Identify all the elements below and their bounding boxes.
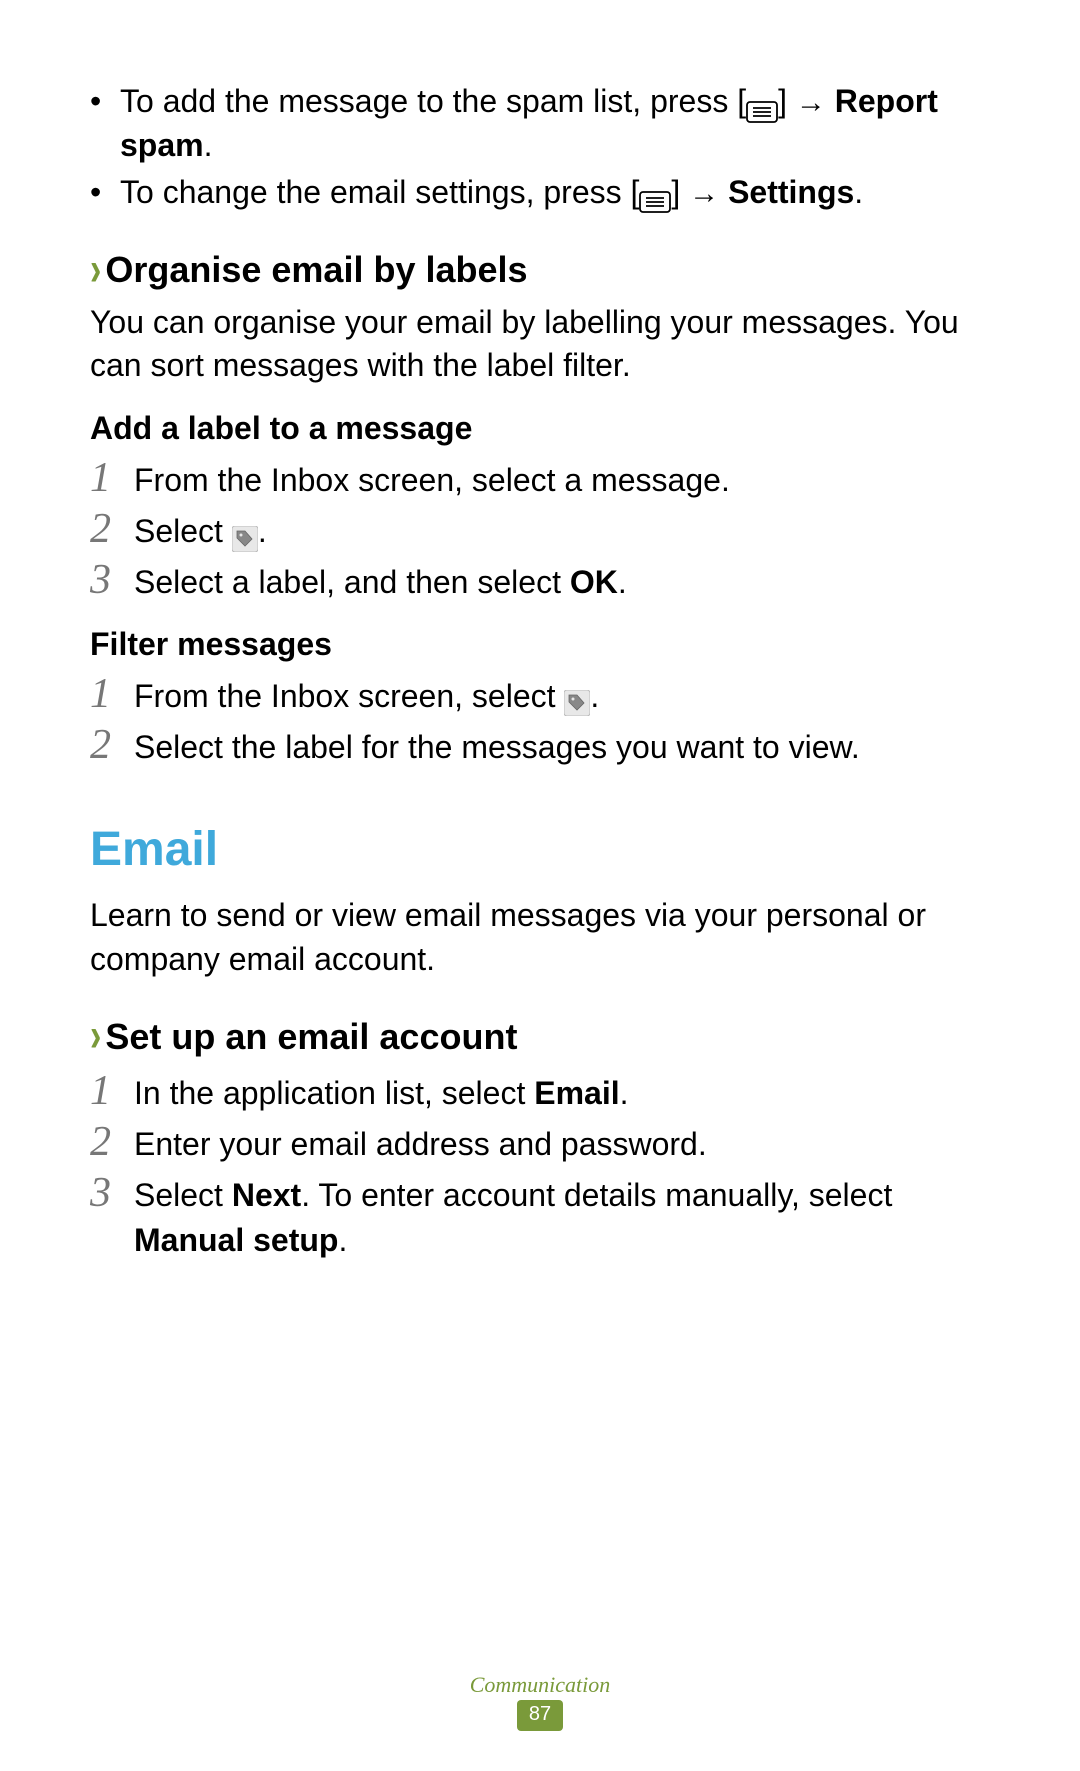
step-item: 2 Select the label for the messages you … xyxy=(90,721,990,770)
step-number: 2 xyxy=(90,506,134,552)
step-text: From the Inbox screen, select a message. xyxy=(134,454,990,503)
text: Select xyxy=(134,1177,232,1213)
bullet-settings: • To change the email settings, press []… xyxy=(90,171,990,215)
sub-heading-add-label: Add a label to a message xyxy=(90,407,990,450)
menu-icon xyxy=(746,91,778,113)
text: . xyxy=(618,564,627,600)
bold-text: Manual setup xyxy=(134,1222,338,1258)
step-text: Select the label for the messages you wa… xyxy=(134,721,990,770)
page-footer: Communication 87 xyxy=(0,1672,1080,1731)
subsection-title: Organise email by labels xyxy=(105,246,527,295)
bullet-marker: • xyxy=(90,80,120,167)
bold-text: OK xyxy=(570,564,618,600)
text: . xyxy=(590,678,599,714)
step-number: 1 xyxy=(90,671,134,717)
step-number: 2 xyxy=(90,1119,134,1165)
label-tag-icon xyxy=(564,683,590,709)
text: . xyxy=(258,513,267,549)
chevron-right-icon: › xyxy=(90,238,101,302)
step-item: 2 Select . xyxy=(90,505,990,554)
page-number-badge: 87 xyxy=(517,1700,563,1731)
text: To change the email settings, press [ xyxy=(120,174,639,210)
bullet-text: To add the message to the spam list, pre… xyxy=(120,80,990,167)
step-item: 3 Select a label, and then select OK. xyxy=(90,556,990,605)
text: . xyxy=(204,127,213,163)
bold-text: Settings xyxy=(719,174,854,210)
text: . xyxy=(620,1075,629,1111)
text: . xyxy=(854,174,863,210)
footer-section-label: Communication xyxy=(0,1672,1080,1698)
step-number: 2 xyxy=(90,722,134,768)
step-number: 1 xyxy=(90,1068,134,1114)
text: ] xyxy=(671,174,689,210)
bullet-text: To change the email settings, press [] →… xyxy=(120,171,990,215)
step-item: 1 In the application list, select Email. xyxy=(90,1067,990,1116)
page-content: • To add the message to the spam list, p… xyxy=(90,80,990,1262)
step-text: Select Next. To enter account details ma… xyxy=(134,1169,990,1263)
sub-heading-filter: Filter messages xyxy=(90,623,990,666)
menu-icon xyxy=(639,181,671,203)
text: From the Inbox screen, select xyxy=(134,678,564,714)
step-text: In the application list, select Email. xyxy=(134,1067,990,1116)
label-tag-icon xyxy=(232,519,258,545)
bullet-spam: • To add the message to the spam list, p… xyxy=(90,80,990,167)
subsection-title: Set up an email account xyxy=(105,1013,517,1062)
text: To add the message to the spam list, pre… xyxy=(120,83,746,119)
text: In the application list, select xyxy=(134,1075,534,1111)
subsection-body: You can organise your email by labelling… xyxy=(90,301,990,387)
step-number: 1 xyxy=(90,455,134,501)
step-item: 1 From the Inbox screen, select a messag… xyxy=(90,454,990,503)
text: Select a label, and then select xyxy=(134,564,570,600)
step-text: Select . xyxy=(134,505,990,554)
text: ] xyxy=(778,83,796,119)
section-intro: Learn to send or view email messages via… xyxy=(90,894,990,980)
step-item: 2 Enter your email address and password. xyxy=(90,1118,990,1167)
bold-text: Email xyxy=(534,1075,619,1111)
arrow: → xyxy=(689,177,719,210)
section-title-email: Email xyxy=(90,818,990,883)
step-text: Select a label, and then select OK. xyxy=(134,556,990,605)
subsection-setup-header: › Set up an email account xyxy=(90,1013,990,1062)
arrow: → xyxy=(796,86,826,119)
bullet-marker: • xyxy=(90,171,120,215)
text: . To enter account details manually, sel… xyxy=(301,1177,892,1213)
step-item: 3 Select Next. To enter account details … xyxy=(90,1169,990,1263)
step-number: 3 xyxy=(90,557,134,603)
text: . xyxy=(338,1222,347,1258)
subsection-organise-header: › Organise email by labels xyxy=(90,246,990,295)
step-text: Enter your email address and password. xyxy=(134,1118,990,1167)
bold-text: Next xyxy=(232,1177,301,1213)
text: Select xyxy=(134,513,232,549)
step-text: From the Inbox screen, select . xyxy=(134,670,990,719)
step-number: 3 xyxy=(90,1170,134,1216)
step-item: 1 From the Inbox screen, select . xyxy=(90,670,990,719)
chevron-right-icon: › xyxy=(90,1005,101,1069)
